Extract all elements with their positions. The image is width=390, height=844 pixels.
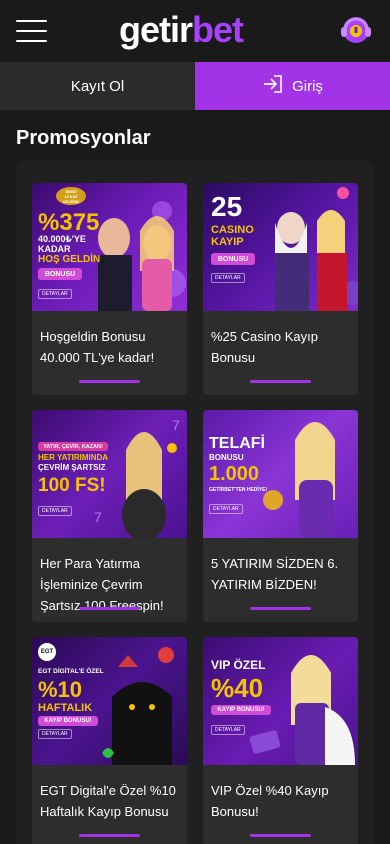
- banner-headline: 100 FS!: [38, 475, 106, 496]
- banner-line-3: 1.000: [209, 463, 260, 485]
- login-arrow-icon: [262, 74, 284, 98]
- banner-line-4: HOŞ GELDİN: [38, 254, 101, 265]
- promo-card-deposit-bonus[interactable]: TELAFİ BONUSU 1.000 GETİRBET'TEN HEDİYE!…: [203, 410, 358, 622]
- promo-banner-image: VIP ÖZEL %40 KAYIP BONUSU! DETAYLAR: [203, 637, 358, 765]
- banner-details-button: DETAYLAR: [38, 729, 72, 739]
- banner-headline: %375: [38, 209, 100, 236]
- banner-pill: BONUSU: [38, 268, 82, 280]
- promo-title: EGT Digital'e Özel %10 Haftalık Kayıp Bo…: [40, 783, 176, 819]
- badge-text-bottom: ÇEVRİM!: [62, 198, 80, 204]
- svg-text:7: 7: [94, 509, 102, 525]
- banner-details-button: DETAYLAR: [38, 506, 72, 516]
- promo-card-egt-loss-bonus[interactable]: EGT EGT DİGİTAL'E ÖZEL %10 HAFTALIK KAYI…: [32, 637, 187, 844]
- banner-pill: KAYIP BONUSU!: [38, 716, 98, 726]
- banner-line-3: ÇEVRİM ŞARTSIZ: [38, 463, 106, 472]
- banner-headline: TELAFİ: [209, 435, 265, 452]
- promo-accent-bar: [79, 607, 140, 610]
- promo-card-casino-loss-bonus[interactable]: 25 CASINO KAYIP BONUSU DETAYLAR %25 Casi…: [203, 183, 358, 395]
- register-button[interactable]: Kayıt Ol: [0, 62, 195, 110]
- promo-card-freespin[interactable]: 7 7 YATIR, ÇEVİR, KAZAN! HER YATIRIMINDA…: [32, 410, 187, 622]
- banner-headline: %10: [38, 677, 83, 702]
- banner-pill: YATIR, ÇEVİR, KAZAN!: [38, 442, 108, 451]
- promo-accent-bar: [250, 607, 311, 610]
- svg-text:7: 7: [172, 417, 180, 433]
- banner-details-button: DETAYLAR: [211, 725, 245, 735]
- promo-title: 5 YATIRIM SİZDEN 6. YATIRIM BİZDEN!: [211, 556, 339, 592]
- promo-title: Hoşgeldin Bonusu 40.000 TL'ye kadar!: [40, 329, 155, 365]
- page-title: Promosyonlar: [16, 127, 151, 149]
- banner-line-3: KAYIP: [211, 236, 244, 248]
- app-header: getirbet: [0, 0, 390, 62]
- promo-banner-image: ŞİMDİ 10 KAT ÇEVRİM! %375 40.000₺'YE KAD…: [32, 183, 187, 311]
- banner-headline: %40: [211, 673, 264, 703]
- banner-line-3: KADAR: [38, 244, 71, 254]
- promotions-grid: ŞİMDİ 10 KAT ÇEVRİM! %375 40.000₺'YE KAD…: [16, 160, 374, 844]
- promo-title: VIP Özel %40 Kayıp Bonusu!: [211, 783, 329, 819]
- banner-details-button: DETAYLAR: [38, 289, 72, 299]
- promo-banner-image: 7 7 YATIR, ÇEVİR, KAZAN! HER YATIRIMINDA…: [32, 410, 187, 538]
- headset-support-icon[interactable]: [337, 12, 373, 48]
- banner-pill: BONUSU: [211, 253, 255, 265]
- promo-card-vip-loss-bonus[interactable]: VIP ÖZEL %40 KAYIP BONUSU! DETAYLAR VIP …: [203, 637, 358, 844]
- banner-line-1: EGT DİGİTAL'E ÖZEL: [38, 668, 104, 675]
- banner-line-2: CASINO: [211, 224, 254, 236]
- promo-accent-bar: [250, 834, 311, 837]
- hamburger-menu-icon[interactable]: [16, 20, 47, 42]
- promo-title: %25 Casino Kayıp Bonusu: [211, 329, 318, 365]
- banner-line-1: VIP ÖZEL: [211, 658, 266, 672]
- promo-accent-bar: [79, 834, 140, 837]
- register-label: Kayıt Ol: [70, 77, 125, 95]
- egt-logo: EGT: [38, 643, 56, 661]
- banner-details-button: DETAYLAR: [211, 273, 245, 283]
- banner-line-3: HAFTALIK: [38, 702, 93, 714]
- promo-banner-image: 25 CASINO KAYIP BONUSU DETAYLAR: [203, 183, 358, 311]
- banner-headline: 25: [211, 191, 243, 222]
- banner-pill: KAYIP BONUSU!: [211, 705, 271, 715]
- promo-banner-image: EGT EGT DİGİTAL'E ÖZEL %10 HAFTALIK KAYI…: [32, 637, 187, 765]
- promo-banner-image: TELAFİ BONUSU 1.000 GETİRBET'TEN HEDİYE!…: [203, 410, 358, 538]
- promo-accent-bar: [250, 380, 311, 383]
- banner-line-4: GETİRBET'TEN HEDİYE!: [209, 487, 268, 493]
- banner-line-2: BONUSU: [209, 453, 244, 462]
- getirbet-logo[interactable]: getirbet: [119, 10, 244, 50]
- banner-line-2: HER YATIRIMINDA: [38, 453, 109, 462]
- banner-line-2: 40.000₺'YE: [38, 234, 86, 244]
- promo-accent-bar: [79, 380, 140, 383]
- banner-details-button: DETAYLAR: [209, 504, 243, 514]
- login-label: Giriş: [292, 77, 323, 95]
- login-button[interactable]: Giriş: [195, 62, 390, 110]
- auth-bar: Kayıt Ol Giriş: [0, 62, 390, 110]
- promo-card-welcome-bonus[interactable]: ŞİMDİ 10 KAT ÇEVRİM! %375 40.000₺'YE KAD…: [32, 183, 187, 395]
